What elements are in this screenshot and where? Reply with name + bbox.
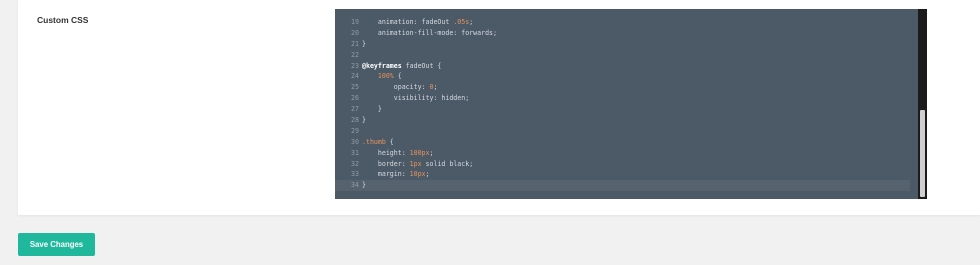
line-number: 30 [351, 137, 359, 146]
line-number: 19 [351, 18, 359, 26]
code-token: { [393, 72, 402, 81]
code-line[interactable]: 31 height: 100px; [335, 148, 918, 159]
code-line[interactable]: 29 [335, 126, 918, 137]
code-line[interactable]: 23 @keyframes fadeOut { [335, 61, 918, 72]
code-token: } [362, 39, 366, 48]
code-token: 1px [409, 159, 422, 168]
editor-scrollbar[interactable] [918, 9, 927, 199]
code-line[interactable]: 24 100% { [335, 71, 918, 82]
code-line[interactable]: 28} [335, 115, 918, 126]
css-code-editor[interactable]: 19 animation: fadeOut .05s; 20 animation-… [335, 9, 927, 199]
code-line[interactable]: 27 } [335, 104, 918, 115]
code-token: } [362, 116, 366, 125]
code-token: ; [469, 18, 474, 26]
line-number: 31 [351, 148, 359, 157]
code-token: { [385, 137, 394, 146]
line-number: 33 [351, 170, 359, 179]
code-token: margin: [362, 170, 410, 179]
line-number: 32 [351, 159, 359, 168]
code-line[interactable]: 26 visibility: hidden; [335, 93, 918, 104]
line-number: 34 [351, 181, 359, 190]
line-number: 25 [351, 83, 359, 92]
code-line[interactable]: 34} [335, 180, 910, 192]
code-token: ; [429, 148, 434, 157]
code-token: .05s [453, 18, 470, 26]
line-number: 20 [351, 28, 359, 37]
line-number: 28 [351, 116, 359, 125]
line-number: 29 [351, 126, 359, 135]
code-line[interactable]: 30 .thumb { [335, 137, 918, 148]
code-line[interactable]: 33 margin: 10px; [335, 169, 918, 180]
code-token: border: [362, 159, 410, 168]
code-area[interactable]: 19 animation: fadeOut .05s; 20 animation-… [335, 17, 918, 192]
code-token: fadeOut [421, 18, 454, 26]
code-token: animation-fill-mode: forwards; [362, 28, 497, 37]
code-line[interactable]: 21} [335, 39, 918, 50]
save-changes-button[interactable]: Save Changes [18, 233, 95, 256]
code-token: .thumb [362, 137, 386, 146]
code-token: 100px [409, 148, 430, 157]
code-line[interactable]: 25 opacity: 0; [335, 82, 918, 93]
line-number: 23 [351, 61, 359, 70]
code-token: 100% [377, 72, 394, 81]
code-line[interactable]: 20 animation-fill-mode: forwards; [335, 28, 918, 39]
line-number: 22 [351, 50, 359, 59]
code-token: opacity: [362, 83, 430, 92]
code-token: height: [362, 148, 410, 157]
code-line[interactable]: 19 animation: fadeOut .05s; [335, 17, 918, 28]
code-line[interactable]: 22 [335, 50, 918, 61]
custom-css-label: Custom CSS [37, 15, 89, 25]
line-number: 27 [351, 105, 359, 114]
scrollbar-thumb[interactable] [920, 110, 925, 197]
code-token: solid black; [421, 159, 474, 168]
code-token: } [362, 105, 382, 114]
code-token: fadeOut { [401, 61, 442, 70]
line-number: 24 [351, 72, 359, 81]
code-token: } [362, 181, 366, 190]
code-line[interactable]: 32 border: 1px solid black; [335, 159, 918, 170]
line-number: 21 [351, 39, 359, 48]
code-token: ; [433, 83, 438, 92]
code-token: 10px [409, 170, 426, 179]
code-token: @keyframes [362, 61, 402, 70]
code-token: ; [425, 170, 430, 179]
code-token: animation: [362, 18, 422, 26]
line-number: 26 [351, 94, 359, 103]
code-token: visibility: hidden; [362, 94, 470, 103]
